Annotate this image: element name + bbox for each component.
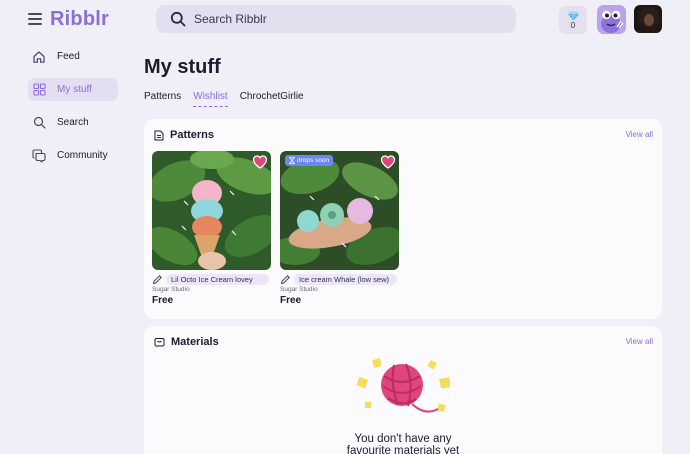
pencil-icon	[280, 274, 290, 284]
patterns-view-all-link[interactable]: View all	[626, 130, 653, 139]
chat-bubbles-icon	[32, 148, 46, 163]
sidebar-item-my-stuff[interactable]: My stuff	[28, 78, 118, 101]
pattern-studio[interactable]: Sugar Studio	[280, 286, 399, 293]
pattern-name-row: Lil Octo Ice Cream lovey	[152, 273, 271, 285]
avatar[interactable]	[634, 5, 662, 33]
sidebar-item-community[interactable]: Community	[28, 144, 118, 167]
sidebar-item-label: Search	[57, 117, 89, 128]
top-bar: Ribblr 0	[0, 0, 690, 40]
sidebar-item-search[interactable]: Search	[28, 111, 118, 134]
patterns-section: Patterns View all Lil Octo Ice Cream lov…	[144, 119, 662, 319]
materials-empty-message: You don't have any favourite materials y…	[144, 433, 662, 454]
mascot-icon[interactable]	[597, 5, 626, 34]
patterns-section-title: Patterns	[170, 129, 215, 141]
hourglass-icon	[289, 157, 295, 164]
search-input[interactable]	[194, 12, 494, 26]
sidebar-item-label: My stuff	[57, 84, 92, 95]
sidebar: Feed My stuff Search Community	[28, 45, 118, 177]
empty-message-line: You don't have any	[354, 433, 452, 445]
sidebar-item-feed[interactable]: Feed	[28, 45, 118, 68]
tab-bar: Patterns Wishlist ChrochetGirlie	[144, 91, 316, 107]
pencil-icon	[152, 274, 162, 284]
home-icon	[32, 50, 46, 64]
search-icon	[32, 116, 46, 130]
search-icon	[170, 11, 186, 27]
yarn-ball-icon	[356, 358, 450, 413]
app-logo[interactable]: Ribblr	[50, 8, 109, 31]
heart-icon[interactable]	[380, 154, 396, 170]
grid-icon	[32, 83, 46, 97]
patterns-section-header: Patterns	[154, 129, 214, 141]
sidebar-item-label: Feed	[57, 51, 80, 62]
materials-view-all-link[interactable]: View all	[626, 337, 653, 346]
pattern-card[interactable]: drops soon Ice cream Whale (low sew) Sug…	[280, 151, 399, 306]
diamond-icon	[567, 10, 579, 21]
tab-patterns[interactable]: Patterns	[144, 91, 181, 107]
search-bar[interactable]	[156, 5, 516, 33]
pattern-name[interactable]: Lil Octo Ice Cream lovey	[166, 273, 269, 285]
gems-button[interactable]: 0	[559, 6, 587, 34]
pattern-name-row: Ice cream Whale (low sew)	[280, 273, 399, 285]
materials-section-title: Materials	[171, 336, 219, 348]
empty-message-line: favourite materials yet	[346, 445, 460, 454]
pattern-image[interactable]: drops soon	[280, 151, 399, 270]
tab-chrochetgirlie[interactable]: ChrochetGirlie	[240, 91, 304, 107]
tab-wishlist[interactable]: Wishlist	[193, 91, 228, 107]
materials-section-header: Materials	[154, 336, 219, 348]
pattern-price: Free	[280, 295, 302, 306]
document-icon	[154, 130, 164, 140]
gems-count: 0	[570, 20, 576, 30]
basket-icon	[154, 338, 165, 347]
pattern-card[interactable]: Lil Octo Ice Cream lovey Sugar Studio Fr…	[152, 151, 271, 306]
pattern-image[interactable]	[152, 151, 271, 270]
pattern-studio[interactable]: Sugar Studio	[152, 286, 271, 293]
badge-label: drops soon	[297, 157, 330, 164]
menu-icon[interactable]	[28, 13, 42, 25]
pattern-price: Free	[152, 295, 174, 306]
materials-section: Materials View all You don't have any fa…	[144, 326, 662, 454]
pattern-name[interactable]: Ice cream Whale (low sew)	[294, 273, 397, 285]
sidebar-item-label: Community	[57, 150, 108, 161]
heart-icon[interactable]	[252, 154, 268, 170]
drops-soon-badge: drops soon	[285, 155, 334, 166]
page-title: My stuff	[144, 56, 221, 78]
